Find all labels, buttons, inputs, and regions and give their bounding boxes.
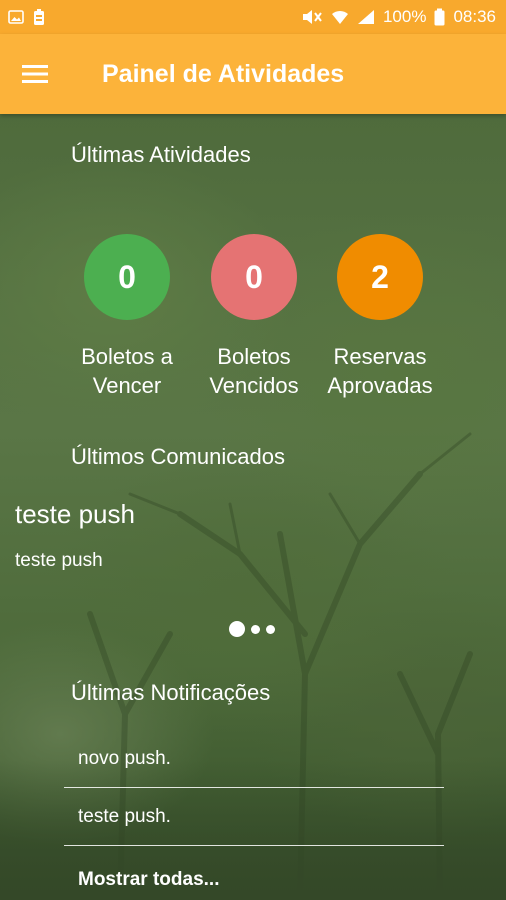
- menu-button[interactable]: [0, 34, 70, 114]
- stat-label-line2: Vencer: [92, 373, 162, 398]
- status-right: 100% 08:36: [301, 7, 496, 27]
- image-icon: [8, 9, 24, 25]
- stat-label-line2: Aprovadas: [327, 373, 433, 398]
- announcement-heading[interactable]: teste push: [15, 499, 135, 530]
- dashboard-content: Últimas Atividades 0 Boletos a Vencer 0 …: [0, 114, 506, 900]
- stat-boletos-a-vencer[interactable]: 0 Boletos a Vencer: [57, 234, 197, 400]
- show-all-link[interactable]: Mostrar todas...: [64, 846, 444, 900]
- stat-label-line1: Boletos: [217, 344, 291, 369]
- announcements-title: Últimos Comunicados: [71, 444, 285, 469]
- carousel-pagination: [229, 621, 275, 637]
- notifications-title: Últimas Notificações: [71, 680, 271, 705]
- stat-label-line1: Reservas: [333, 344, 427, 369]
- carousel-dot-active[interactable]: [229, 621, 245, 637]
- stat-circle[interactable]: 0: [84, 234, 170, 320]
- notification-item[interactable]: novo push.: [64, 730, 444, 788]
- stat-label-line2: Vencidos: [209, 373, 299, 398]
- battery-icon: [434, 8, 445, 26]
- stat-reservas-aprovadas[interactable]: 2 Reservas Aprovadas: [310, 234, 450, 400]
- page-title: Painel de Atividades: [102, 59, 345, 88]
- signal-icon: [357, 9, 375, 25]
- stat-circle[interactable]: 2: [337, 234, 423, 320]
- stat-label: Reservas Aprovadas: [310, 342, 450, 400]
- battery-saver-icon: [32, 8, 46, 26]
- wifi-icon: [331, 9, 349, 25]
- stat-label: Boletos Vencidos: [184, 342, 324, 400]
- announcement-body: teste push: [15, 550, 103, 571]
- clock: 08:36: [453, 7, 496, 26]
- notification-item[interactable]: teste push.: [64, 788, 444, 846]
- app-bar: Painel de Atividades: [0, 34, 506, 114]
- activities-title: Últimas Atividades: [71, 142, 251, 167]
- stat-boletos-vencidos[interactable]: 0 Boletos Vencidos: [184, 234, 324, 400]
- status-bar: 100% 08:36: [0, 0, 506, 34]
- notification-list: novo push. teste push. Mostrar todas...: [64, 730, 444, 900]
- hamburger-icon: [22, 65, 48, 83]
- carousel-dot[interactable]: [266, 624, 275, 634]
- mute-icon: [301, 9, 323, 25]
- stat-label: Boletos a Vencer: [57, 342, 197, 400]
- carousel-dot[interactable]: [251, 624, 260, 634]
- battery-percent: 100%: [382, 7, 427, 26]
- stat-circle[interactable]: 0: [211, 234, 297, 320]
- status-left: [8, 8, 46, 26]
- stat-label-line1: Boletos a: [81, 344, 173, 369]
